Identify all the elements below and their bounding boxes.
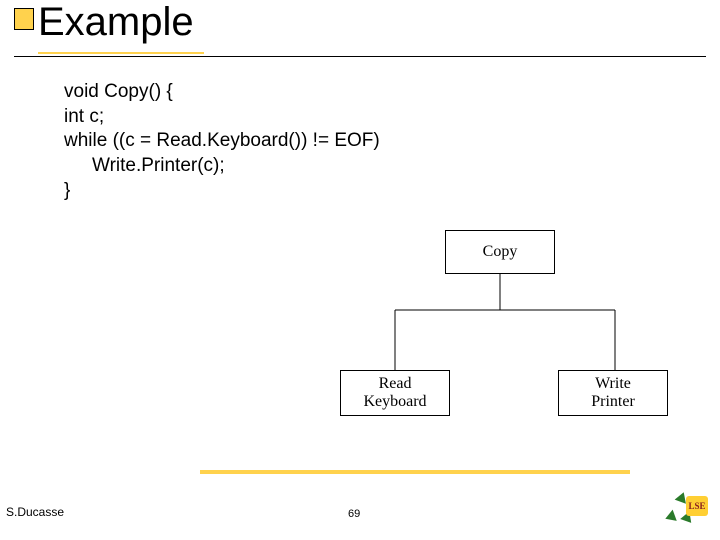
footer-logo: LSE [664,490,708,530]
diagram-box-right-content: Write Printer [591,375,635,410]
code-line-3: while ((c = Read.Keyboard()) != EOF) [64,129,380,154]
slide-title: Example [38,0,194,45]
diagram-box-left-l2: Keyboard [363,393,426,411]
lse-badge: LSE [686,496,708,516]
title-accent-box [14,8,34,30]
diagram-box-right-l1: Write [591,375,635,393]
bottom-accent-bar [200,470,630,474]
slide-container: Example void Copy() { int c; while ((c =… [0,0,720,540]
footer-page-number: 69 [348,508,360,520]
code-line-1: void Copy() { [64,80,380,105]
diagram-box-right-l2: Printer [591,393,635,411]
arrow-icon [663,510,677,525]
diagram-box-left-content: Read Keyboard [363,375,426,410]
diagram-container: Copy Read Keyboard Write Printer [290,220,710,450]
diagram-box-write-printer: Write Printer [558,370,668,416]
title-underline-accent [38,52,204,54]
code-line-5: } [64,179,380,204]
footer-author: S.Ducasse [6,505,64,519]
title-underline [14,56,706,57]
lse-badge-text: LSE [688,501,705,511]
code-line-4: Write.Printer(c); [64,154,380,179]
diagram-box-copy: Copy [445,230,555,274]
diagram-box-copy-label: Copy [483,243,518,261]
code-block: void Copy() { int c; while ((c = Read.Ke… [64,80,380,203]
code-line-2: int c; [64,105,380,130]
diagram-box-left-l1: Read [363,375,426,393]
diagram-box-read-keyboard: Read Keyboard [340,370,450,416]
